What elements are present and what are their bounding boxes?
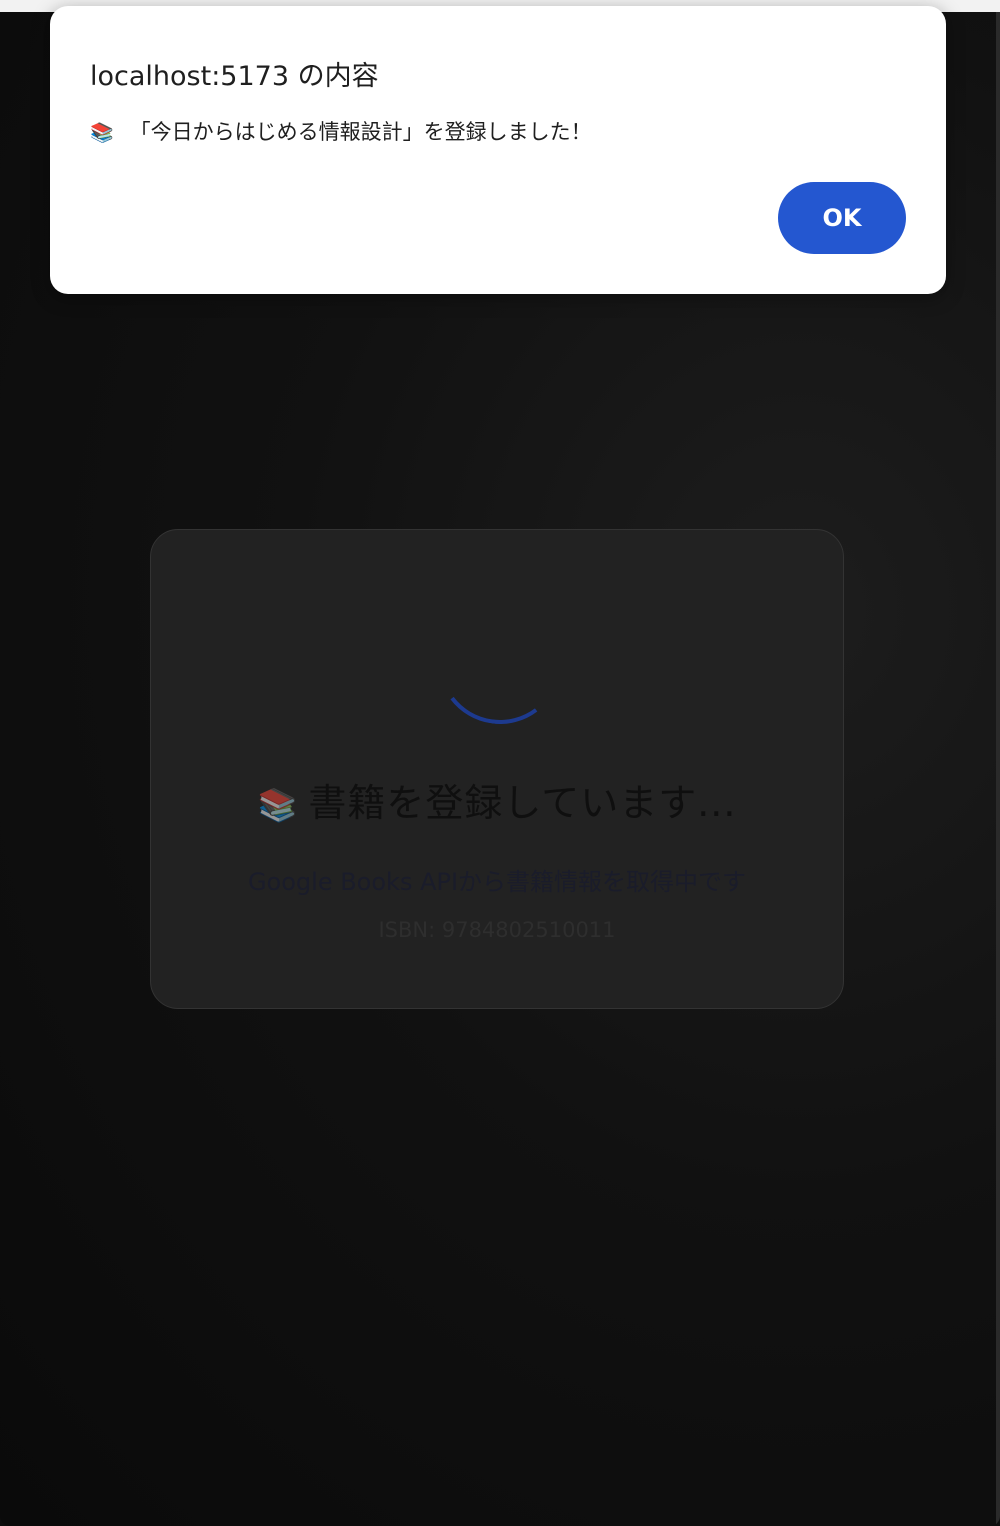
books-icon: 📚 [257, 786, 299, 824]
loading-subtitle: Google Books APIから書籍情報を取得中です [247, 868, 747, 896]
alert-message-text: 「今日からはじめる情報設計」を登録しました！ [129, 120, 592, 144]
window-edge [996, 12, 1000, 1526]
loading-isbn: ISBN: 9784802510011 [378, 918, 616, 942]
loading-title: 📚 書籍を登録しています... [150, 772, 844, 827]
alert-dialog: localhost:5173 の内容 📚 「今日からはじめる情報設計」を登録しまし… [50, 6, 946, 294]
alert-title: localhost:5173 の内容 [90, 61, 379, 92]
ok-button[interactable]: OK [778, 182, 906, 254]
loading-title-text: 書籍を登録しています... [308, 781, 737, 825]
books-icon: 📚 [90, 122, 114, 144]
alert-message: 📚 「今日からはじめる情報設計」を登録しました！ [90, 116, 592, 146]
